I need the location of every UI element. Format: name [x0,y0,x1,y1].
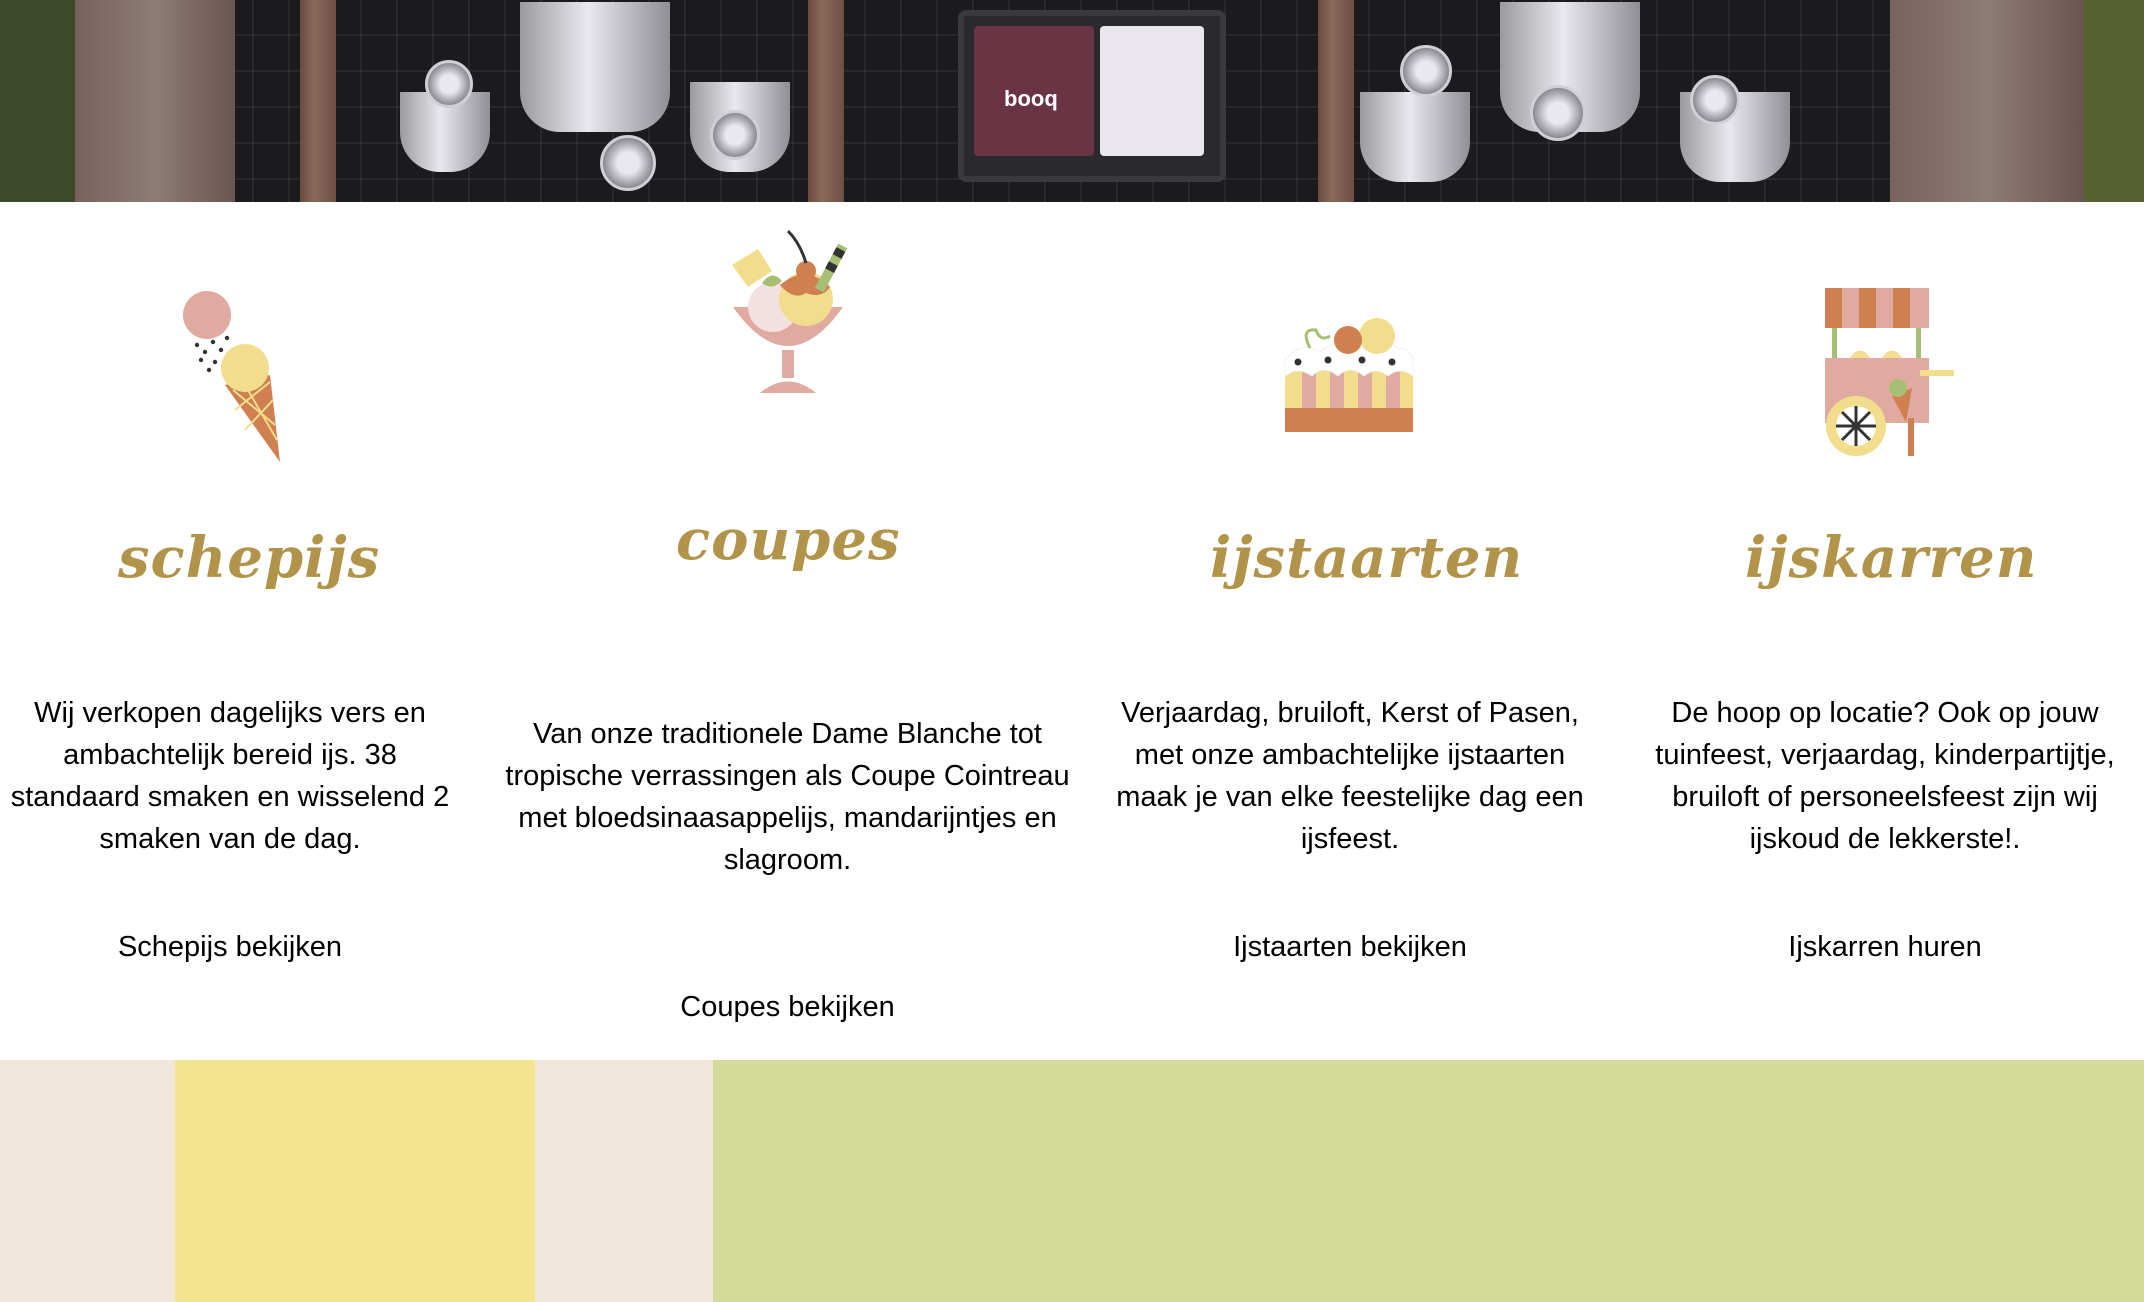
schepijs-link[interactable]: Schepijs bekijken [0,931,460,964]
coupes-link[interactable]: Coupes bekijken [505,991,1070,1024]
trophy-image [1360,92,1470,202]
column-title: ijskarren [1745,525,2038,591]
trophy-medal [1690,75,1740,125]
hero-wood-panel [1890,0,2084,202]
hero-photo: booq [0,0,2144,202]
hero-shelf-post [808,0,844,202]
column-description: Van onze traditionele Dame Blanche tot t… [505,718,1070,876]
column-title: coupes [676,507,901,573]
color-block [535,1060,713,1302]
color-block [0,1060,175,1302]
column-title: schepijs [118,525,381,591]
color-block [175,1060,535,1302]
column-description: Verjaardag, bruiloft, Kerst of Pasen, me… [1116,697,1584,855]
screen-brand: booq [1004,86,1058,111]
hero-shelf-post [1318,0,1354,202]
trophy-medal [1400,45,1452,97]
column-description: De hoop op locatie? Ook op jouw tuinfees… [1655,697,2115,855]
trophy-medal [1530,85,1586,141]
trophy-medal [425,60,473,108]
sundae-cup-icon [718,225,858,397]
ice-cream-cart-icon [1820,288,1955,458]
trophy-medal [600,135,656,191]
ice-cake-icon [1280,318,1416,434]
hero-wood-panel [75,0,235,202]
pos-screen: booq [958,10,1226,182]
trophy-image [400,92,490,202]
hero-wall-right [2084,0,2144,202]
column-description: Wij verkopen dagelijks vers en ambachtel… [10,697,450,855]
hero-shelf-post [300,0,336,202]
color-block [713,1060,2144,1302]
column-title: ijstaarten [1210,525,1524,591]
ice-cream-cone-icon [175,290,285,465]
ijskarren-link[interactable]: Ijskarren huren [1626,931,2144,964]
trophy-medal [710,110,760,160]
ijstaarten-link[interactable]: Ijstaarten bekijken [1100,931,1600,964]
hero-wall-left [0,0,75,202]
